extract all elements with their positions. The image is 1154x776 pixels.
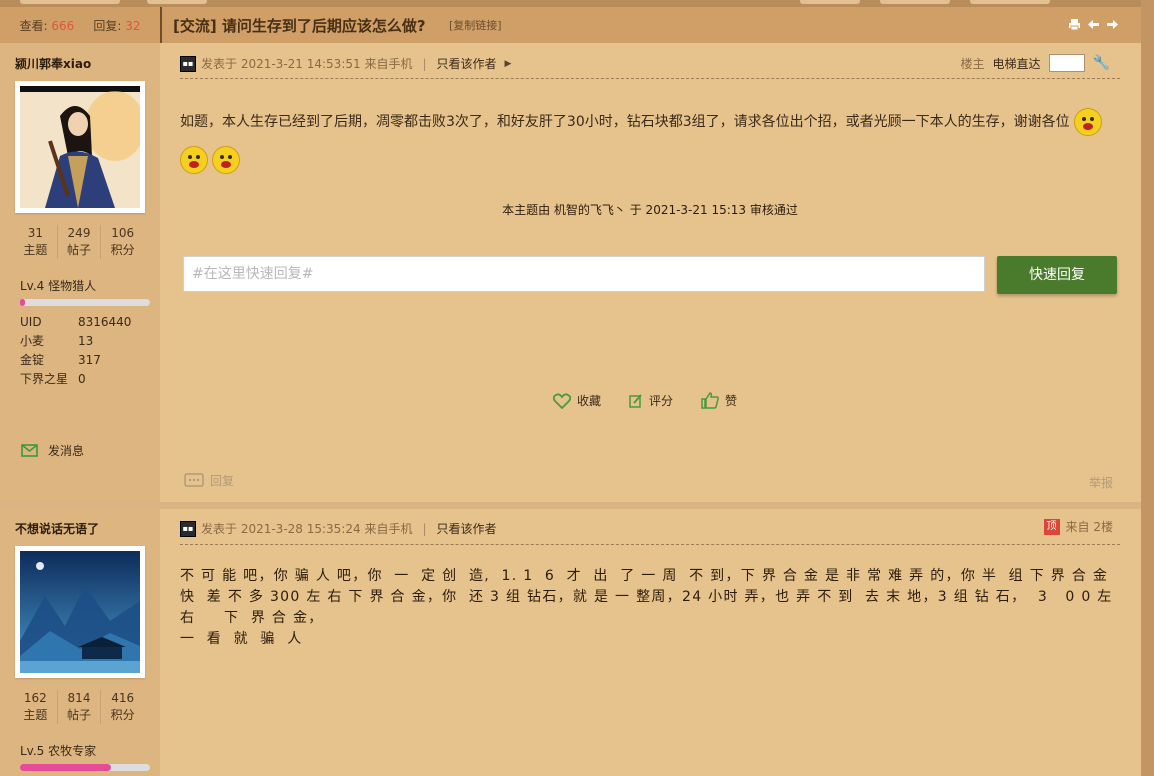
rate-button[interactable]: 评分 [629,392,673,409]
author-name[interactable]: 颍川郭奉xiao [15,55,91,72]
scared-emoji-icon [180,146,208,174]
elevator-label: 电梯直达 [992,56,1041,71]
caret-right-icon: ▶ [504,58,512,69]
mobile-post-icon: ▪▪ [180,55,196,72]
edit-icon [629,393,642,408]
only-author-link[interactable]: 只看该作者 [437,520,497,537]
next-thread-icon[interactable] [1106,18,1119,31]
info-row-uid: UID 8316440 [20,315,132,329]
report-link[interactable]: 举报 [1089,474,1113,491]
reply-icon [184,472,204,487]
heart-icon [553,392,571,409]
only-author-link[interactable]: 只看该作者 [437,55,497,72]
user-level: Lv.4 怪物猎人 [20,279,97,293]
post2-floor: 顶 来自 2楼 [1043,518,1113,535]
send-message-button[interactable]: 发消息 [21,442,84,459]
author-avatar[interactable] [15,81,145,213]
post2-author-sidebar: 不想说话无语了 162 主题 814 帖子 416 积分 Lv.5 农牧专家 [0,509,160,776]
thumbs-up-icon [701,392,719,409]
stat-posts[interactable]: 249 帖子 [58,225,102,259]
top-strip [0,0,1154,7]
info-row-wheat: 小麦 13 [20,334,94,348]
floor-controls: 楼主 电梯直达 🔧 [961,54,1110,72]
audit-notice: 本主题由 机智的飞飞丶 于 2021-3-21 15:13 审核通过 [502,203,798,217]
top-badge-icon[interactable]: 顶 [1043,518,1060,535]
stat-posts[interactable]: 814 帖子 [58,690,102,724]
post-date: 发表于 2021-3-28 15:35:24 来自手机 [201,522,413,536]
stat-points[interactable]: 416 积分 [101,690,144,724]
post1-text: 如题，本人生存已经到了后期，凋零都击败3次了，和好友肝了30小时，钻石块都3组了… [180,114,1070,130]
post2-meta: ▪▪ 发表于 2021-3-28 15:35:24 来自手机 | 只看该作者 [180,520,497,537]
reply-link[interactable]: 回复 [184,472,234,489]
author-stats: 31 主题 249 帖子 106 积分 [14,225,144,259]
favorite-label: 收藏 [577,394,602,408]
author-name[interactable]: 不想说话无语了 [15,520,99,537]
replies-label: 回复: [93,19,122,33]
level-progress-bar [20,764,150,771]
post2-content: 不 可 能 吧，你 骗 人 吧，你 一 定 创 造, 1. 1 6 才 出 了 … [180,568,1113,647]
author-avatar[interactable] [15,546,145,678]
views-count: 666 [51,19,75,33]
post1-author-sidebar: 颍川郭奉xiao 31 主题 249 帖子 106 积分 Lv.4 怪物猎人 UID 8… [0,43,160,502]
post-date: 发表于 2021-3-21 14:53:51 来自手机 [201,57,413,71]
rate-label: 评分 [649,394,674,408]
right-scroll-bar[interactable] [1141,0,1154,776]
scared-emoji-icon [1074,108,1103,136]
meta-separator: | [422,521,427,536]
envelope-icon [21,444,38,457]
scared-emoji-icon [212,146,241,174]
post1-meta: ▪▪ 发表于 2021-3-21 14:53:51 来自手机 | 只看该作者 ▶ [180,55,511,72]
floor-number[interactable]: 来自 2楼 [1066,518,1113,535]
post2-divider [180,544,1120,545]
user-info: UID 8316440 小麦 13 金锭 317 下界之星 0 [20,313,150,389]
post-actions: 收藏 评分 赞 [553,392,737,409]
thread-header: 查看: 666 回复: 32 [交流] 请问生存到了后期应该怎么做? [复制链接… [0,7,1141,43]
quick-reply-input[interactable] [183,256,985,292]
floor-label: 楼主 [960,56,985,71]
level-progress-bar [20,299,150,306]
wrench-icon[interactable]: 🔧 [1093,55,1110,71]
author-stats: 162 主题 814 帖子 416 积分 [14,690,144,724]
favorite-button[interactable]: 收藏 [553,392,601,409]
quick-reply-field[interactable] [184,257,982,291]
print-icon[interactable] [1068,18,1081,31]
quick-reply-button[interactable]: 快速回复 [997,256,1117,294]
like-label: 赞 [725,394,738,408]
post1-divider [180,78,1120,79]
header-divider [160,7,162,43]
views-label: 查看: [19,19,48,33]
stat-threads[interactable]: 31 主题 [14,225,58,259]
mobile-post-icon: ▪▪ [180,520,196,537]
thread-title: [交流] 请问生存到了后期应该怎么做? [173,17,426,35]
thread-stats: 查看: 666 回复: 32 [0,7,160,43]
replies-count: 32 [125,19,141,33]
level-progress-fill [20,764,111,771]
meta-separator: | [422,56,427,71]
floor-jump-input[interactable] [1048,54,1085,72]
post-separator [0,502,1141,509]
send-message-label: 发消息 [48,444,85,458]
stat-points[interactable]: 106 积分 [101,225,144,259]
copy-link[interactable]: [复制链接] [449,7,502,45]
like-button[interactable]: 赞 [701,392,737,409]
user-level: Lv.5 农牧专家 [20,744,97,758]
prev-thread-icon[interactable] [1087,18,1100,31]
info-row-nether-star: 下界之星 0 [20,372,86,386]
reply-label: 回复 [210,474,235,488]
level-progress-fill [20,299,26,306]
stat-threads[interactable]: 162 主题 [14,690,58,724]
info-row-gold: 金锭 317 [20,353,101,367]
header-icons [1068,18,1119,31]
post1-content: 如题，本人生存已经到了后期，凋零都击败3次了，和好友肝了30小时，钻石块都3组了… [180,103,1120,179]
